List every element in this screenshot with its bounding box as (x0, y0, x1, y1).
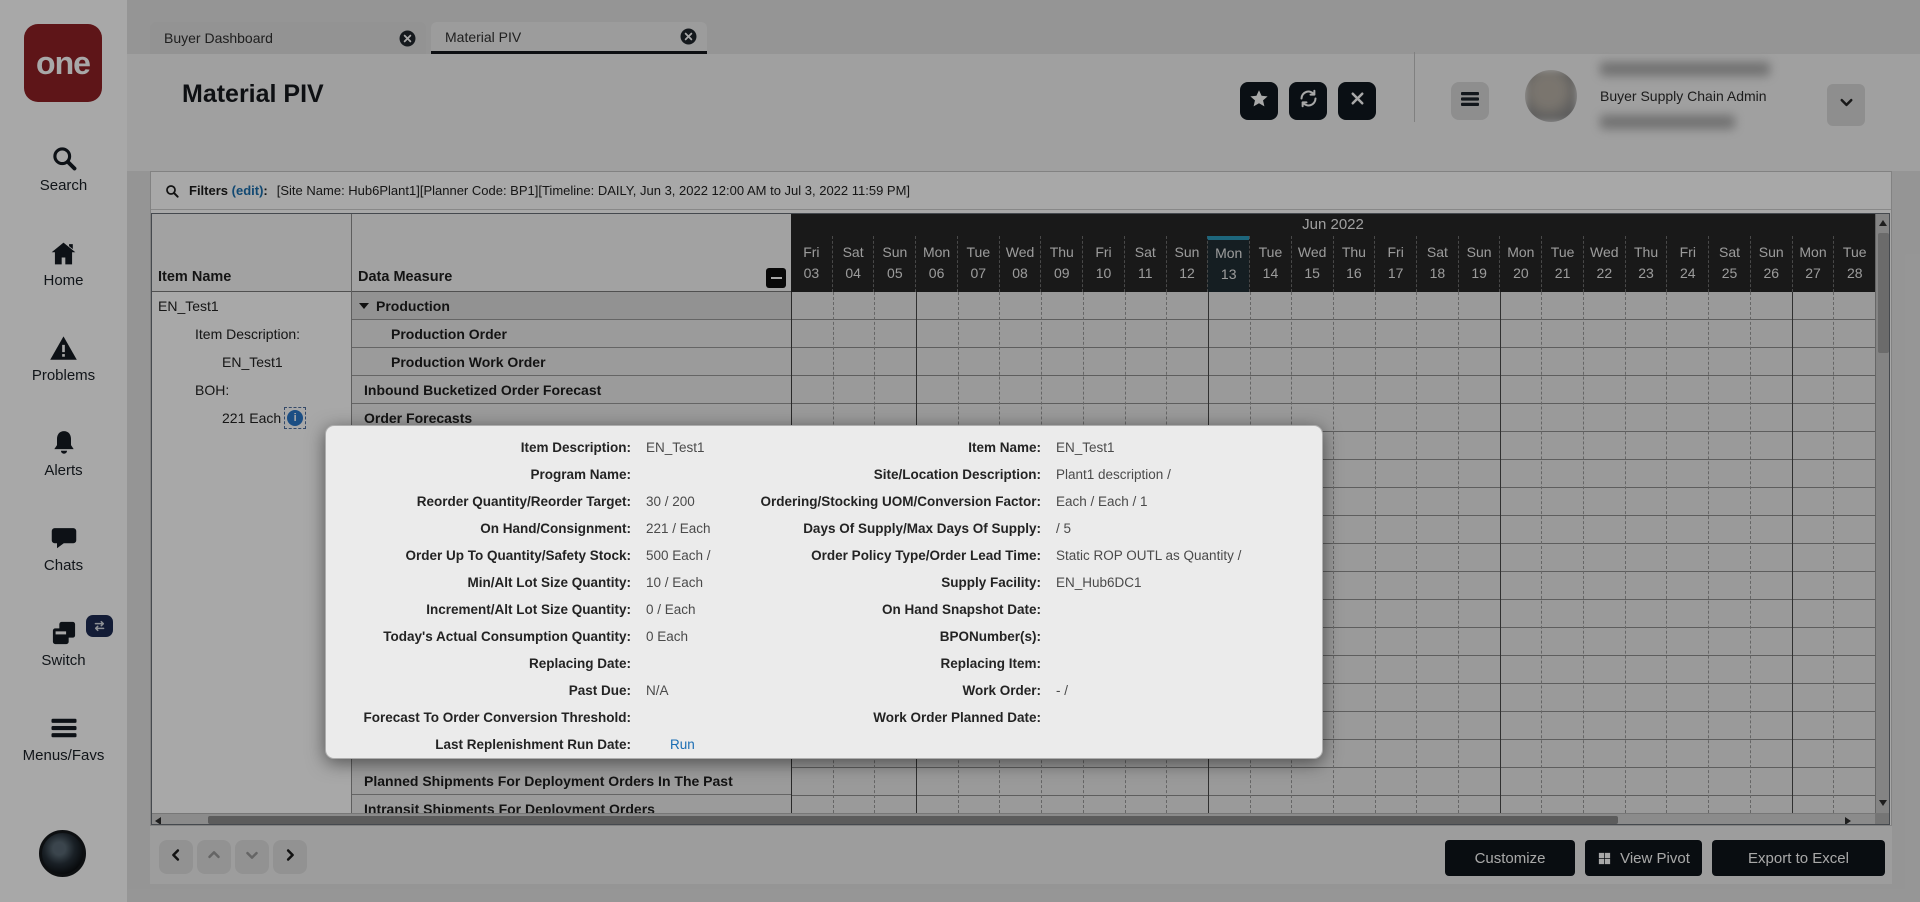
popup-field-value (1056, 704, 1322, 731)
run-link[interactable]: Run (646, 731, 736, 758)
popup-field-label: Item Description: (520, 440, 631, 455)
popup-field-label: Work Order: (962, 683, 1041, 698)
popup-field-value: 221 / Each (646, 521, 711, 536)
popup-field-label: Order Up To Quantity/Safety Stock: (405, 548, 631, 563)
popup-field-value: 500 Each / (646, 548, 711, 563)
popup-field-value: EN_Hub6DC1 (1056, 575, 1142, 590)
popup-field-value: EN_Test1 (1056, 440, 1115, 455)
popup-field-label: Ordering/Stocking UOM/Conversion Factor: (760, 494, 1041, 509)
popup-field-label (751, 731, 1041, 758)
popup-field-label: Supply Facility: (941, 575, 1041, 590)
popup-field-label: Program Name: (530, 467, 631, 482)
popup-field-value (1056, 623, 1322, 650)
popup-field-label: Order Policy Type/Order Lead Time: (811, 548, 1041, 563)
popup-field-label: Item Name: (968, 440, 1041, 455)
popup-field-value: - / (1056, 683, 1068, 698)
popup-field-value: EN_Test1 (646, 440, 705, 455)
popup-field-label: Reorder Quantity/Reorder Target: (416, 494, 631, 509)
popup-field-label: Work Order Planned Date: (873, 710, 1041, 725)
popup-field-value (1056, 596, 1322, 623)
popup-field-value (646, 704, 736, 731)
popup-field-label: Days Of Supply/Max Days Of Supply: (803, 521, 1041, 536)
popup-field-value: 10 / Each (646, 575, 704, 590)
popup-field-value: 0 Each (646, 629, 689, 644)
popup-field-value: N/A (646, 683, 669, 698)
material-piv-screen: one Search Home Problems Alerts Chats Switch M… (0, 0, 1920, 902)
popup-field-label: On Hand Snapshot Date: (881, 602, 1041, 617)
popup-field-label: Replacing Date: (528, 656, 631, 671)
popup-field-value: Each / Each / 1 (1056, 494, 1148, 509)
popup-field-value (1056, 650, 1322, 677)
popup-field-label: Past Due: (568, 683, 631, 698)
popup-field-value: Static ROP OUTL as Quantity / (1056, 548, 1242, 563)
popup-field-value: 30 / 200 (646, 494, 695, 509)
popup-field-value: / 5 (1056, 521, 1072, 536)
popup-field-value: 0 / Each (646, 602, 696, 617)
item-details-tooltip: Item Description: EN_Test1 Item Name: EN_Te… (325, 425, 1323, 759)
popup-field-label: Replacing Item: (940, 656, 1041, 671)
popup-field-label: Last Replenishment Run Date: (435, 737, 631, 752)
popup-field-value: Plant1 description / (1056, 467, 1171, 482)
popup-field-label: On Hand/Consignment: (480, 521, 631, 536)
popup-field-value (646, 650, 736, 677)
popup-field-value (1056, 731, 1322, 758)
popup-field-label: BPONumber(s): (939, 629, 1041, 644)
popup-field-label: Forecast To Order Conversion Threshold: (363, 710, 631, 725)
popup-field-label: Min/Alt Lot Size Quantity: (467, 575, 632, 590)
item-details-fields: Item Description: EN_Test1 Item Name: EN_Te… (326, 426, 1322, 758)
popup-field-value (646, 461, 736, 488)
popup-field-label: Today's Actual Consumption Quantity: (383, 629, 631, 644)
popup-field-label: Site/Location Description: (873, 467, 1041, 482)
popup-field-label: Increment/Alt Lot Size Quantity: (426, 602, 631, 617)
